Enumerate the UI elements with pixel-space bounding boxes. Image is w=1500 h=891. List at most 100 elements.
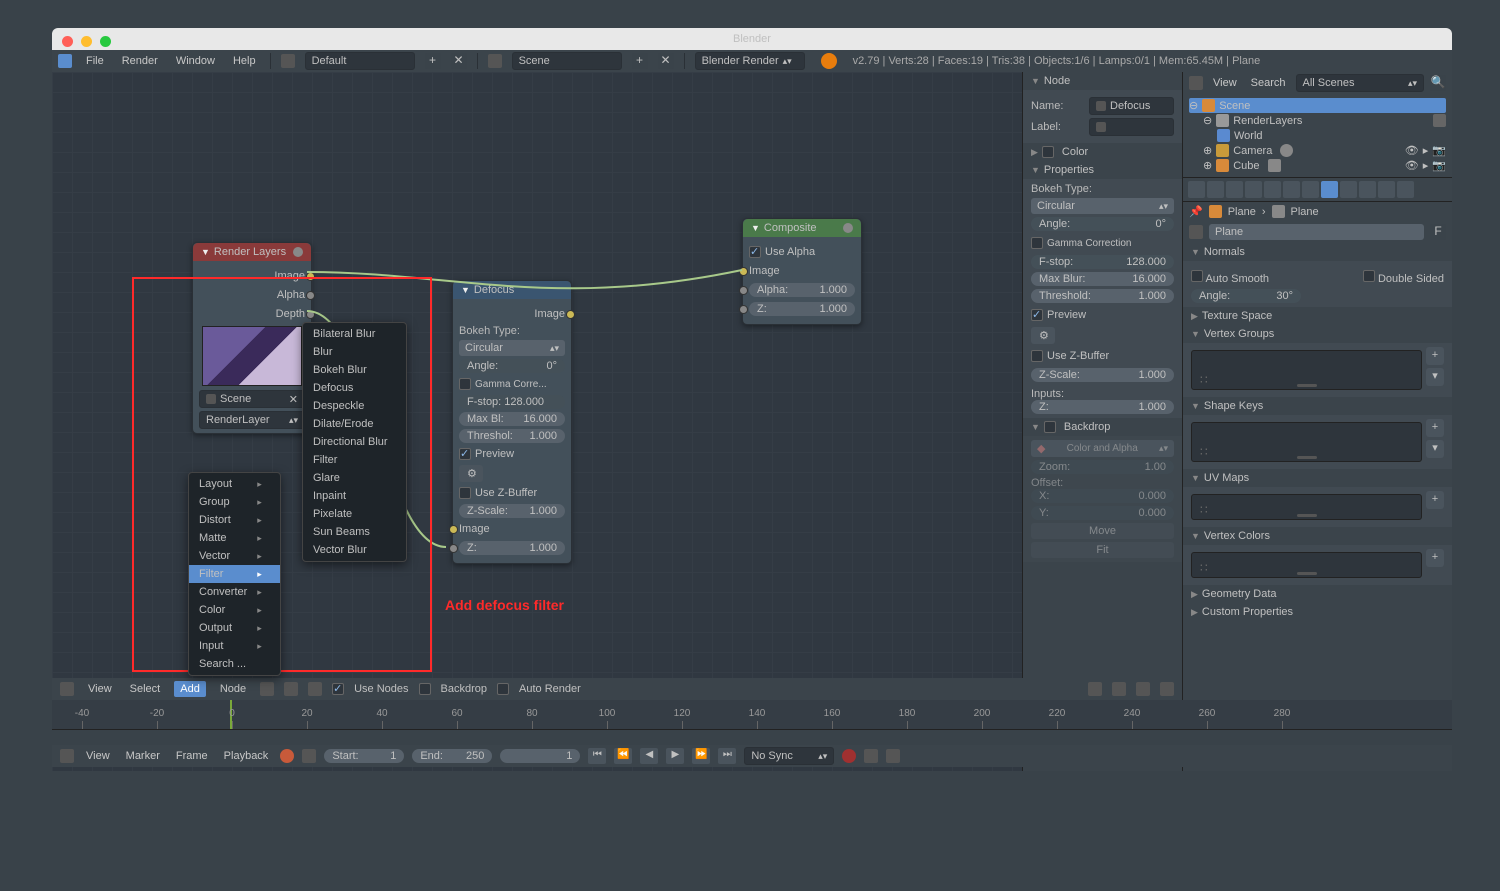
menu-item-group[interactable]: Group [189,493,280,511]
auto-keyframe-icon[interactable] [280,749,294,763]
menu-item-layout[interactable]: Layout [189,475,280,493]
use-alpha-checkbox[interactable] [749,246,761,258]
menu-item-pixelate[interactable]: Pixelate [303,505,406,523]
blender-icon[interactable] [58,54,72,68]
menu-item-defocus[interactable]: Defocus [303,379,406,397]
search-icon[interactable]: 🔍 [1430,75,1446,91]
menu-item-vector[interactable]: Vector [189,547,280,565]
output-socket-image[interactable] [566,310,575,319]
vertex-groups-list[interactable]: ∷ [1191,350,1422,390]
outliner-editor-icon[interactable] [1189,76,1203,90]
gpencil-icon[interactable] [1160,682,1174,696]
node-select-menu[interactable]: Select [126,681,165,697]
tree-item-scene[interactable]: ⊖Scene [1189,98,1446,113]
mesh-browse-icon[interactable] [1189,225,1203,239]
minimize-window-button[interactable] [81,36,92,47]
add-scene-button[interactable]: + [632,53,648,69]
jump-start-button[interactable]: ⏮ [588,748,606,764]
auto-smooth-checkbox[interactable] [1191,270,1203,282]
keyframe-prev-button[interactable]: ⏪ [614,748,632,764]
layout-icon[interactable] [281,54,295,68]
paste-nodes-icon[interactable] [1136,682,1150,696]
add-context-menu[interactable]: Layout Group Distort Matte Vector Filter… [188,472,281,676]
angle-field[interactable]: Angle:0° [1031,217,1174,231]
uv-maps-list[interactable]: ∷ [1191,494,1422,520]
use-zbuffer-checkbox[interactable] [459,487,471,499]
file-menu[interactable]: File [82,53,108,69]
panel-vertex-colors[interactable]: Vertex Colors [1183,527,1452,545]
zoom-field[interactable]: Zoom:1.00 [1031,460,1174,474]
alpha-field[interactable]: Alpha:1.000 [749,283,855,297]
tab-constraints[interactable] [1283,181,1300,198]
menu-item-blur[interactable]: Blur [303,343,406,361]
color-toggle-checkbox[interactable] [1042,146,1054,158]
offset-x-field[interactable]: X:0.000 [1031,489,1174,503]
timeline-editor[interactable]: -40-200204060801001201401601802002202402… [52,700,1452,745]
preview-checkbox[interactable] [1031,309,1043,321]
node-header[interactable]: Composite [743,219,861,237]
add-vcolor-button[interactable]: + [1426,549,1444,567]
crumb-object[interactable]: Plane [1228,206,1256,218]
panel-vertex-groups[interactable]: Vertex Groups [1183,325,1452,343]
filter-submenu[interactable]: Bilateral Blur Blur Bokeh Blur Defocus D… [302,322,407,562]
play-reverse-button[interactable]: ◀ [640,748,658,764]
node-preview-icon[interactable] [843,223,853,233]
menu-item-sun-beams[interactable]: Sun Beams [303,523,406,541]
tree-item-camera[interactable]: ⊕Camera👁▸📷 [1189,143,1446,158]
add-vgroup-button[interactable]: + [1426,347,1444,365]
record-button[interactable] [842,749,856,763]
output-socket-alpha[interactable] [306,291,315,300]
remove-scene-button[interactable]: ✕ [658,53,674,69]
menu-item-search[interactable]: Search ... [189,655,280,673]
output-socket-image[interactable] [306,272,315,281]
menu-item-distort[interactable]: Distort [189,511,280,529]
node-header[interactable]: Render Layers [193,243,311,261]
outliner-filter-dropdown[interactable]: All Scenes▴▾ [1296,74,1424,92]
timeline-editor-icon[interactable] [60,749,74,763]
tree-item-renderlayers[interactable]: ⊖RenderLayers [1189,113,1446,128]
menu-item-despeckle[interactable]: Despeckle [303,397,406,415]
panel-node[interactable]: Node [1023,72,1182,90]
backdrop-channel-dropdown[interactable]: ◆Color and Alpha▴▾ [1031,440,1174,457]
tab-particles[interactable] [1378,181,1395,198]
tab-material[interactable] [1340,181,1357,198]
output-socket-depth[interactable] [306,310,315,319]
menu-item-dilate-erode[interactable]: Dilate/Erode [303,415,406,433]
current-frame-field[interactable]: 1 [500,749,580,763]
crumb-data[interactable]: Plane [1291,206,1319,218]
render-icon[interactable]: 📷 [1432,159,1446,172]
scene-dropdown[interactable]: Scene [512,52,622,70]
panel-properties[interactable]: Properties [1023,161,1182,179]
add-uvmap-button[interactable]: + [1426,491,1444,509]
maxblur-field[interactable]: Max Bl:16.000 [459,412,565,426]
panel-custom-properties[interactable]: Custom Properties [1183,603,1452,621]
close-window-button[interactable] [62,36,73,47]
fake-user-button[interactable]: F [1430,224,1446,240]
remove-layout-button[interactable]: ✕ [451,53,467,69]
menu-item-output[interactable]: Output [189,619,280,637]
menu-item-matte[interactable]: Matte [189,529,280,547]
preview-icon-button[interactable]: ⚙ [1031,327,1055,344]
tree-type-compositor-icon[interactable] [284,682,298,696]
vgroup-specials-button[interactable]: ▾ [1426,368,1444,386]
panel-normals[interactable]: Normals [1183,243,1452,261]
node-editor-type-icon[interactable] [60,682,74,696]
end-frame-field[interactable]: End:250 [412,749,492,763]
node-label-field[interactable] [1089,118,1174,136]
z-field[interactable]: Z:1.000 [1031,400,1174,414]
outliner-view-menu[interactable]: View [1209,75,1241,91]
scene-icon[interactable] [488,54,502,68]
tree-item-cube[interactable]: ⊕Cube👁▸📷 [1189,158,1446,173]
layout-dropdown[interactable]: Default [305,52,415,70]
menu-item-inpaint[interactable]: Inpaint [303,487,406,505]
bokeh-type-dropdown[interactable]: Circular▴▾ [459,340,565,356]
node-node-menu[interactable]: Node [216,681,250,697]
shapekey-specials-button[interactable]: ▾ [1426,440,1444,458]
gamma-checkbox[interactable] [1031,237,1043,249]
threshold-field[interactable]: Threshol:1.000 [459,429,565,443]
node-view-menu[interactable]: View [84,681,116,697]
tree-type-texture-icon[interactable] [308,682,322,696]
menu-item-vector-blur[interactable]: Vector Blur [303,541,406,559]
help-menu[interactable]: Help [229,53,260,69]
keying-set-icon[interactable] [864,749,878,763]
